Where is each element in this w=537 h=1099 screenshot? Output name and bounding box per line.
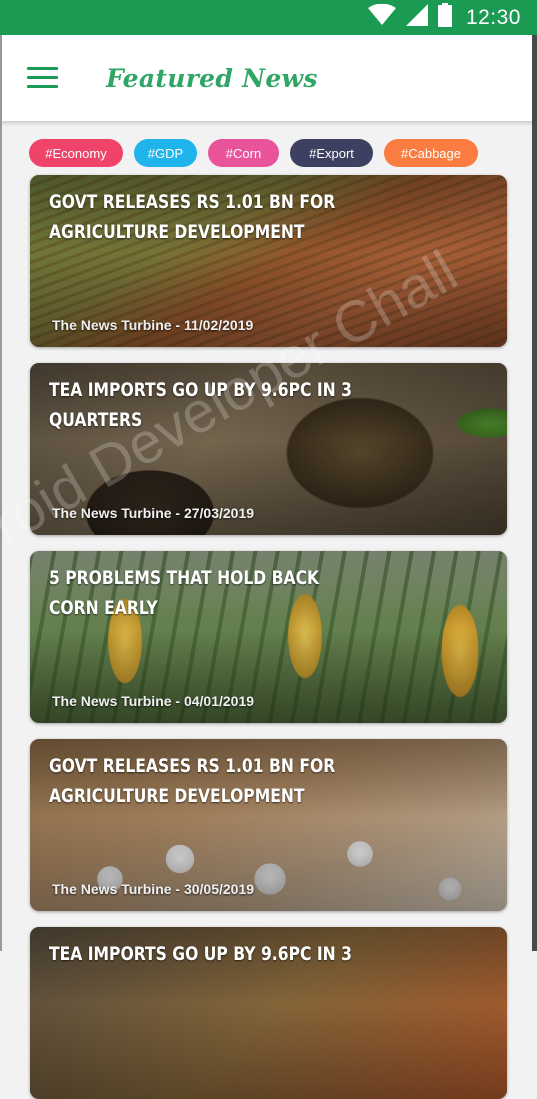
news-card-source-date: The News Turbine - 27/03/2019: [52, 505, 255, 521]
tag-chip-corn[interactable]: #Corn: [208, 139, 279, 167]
news-card-title: Govt releases Rs 1.01 bn for agriculture…: [49, 755, 336, 807]
news-card[interactable]: Govt releases Rs 1.01 bn for agriculture…: [30, 175, 507, 347]
status-bar: 12:30: [0, 0, 537, 35]
left-edge-divider: [0, 35, 2, 951]
news-card-source-date: The News Turbine - 11/02/2019: [52, 317, 254, 333]
page-title: Featured News: [106, 63, 318, 93]
news-card[interactable]: Tea imports go up by 9.6pc in 3 quarters…: [30, 363, 507, 535]
tag-chip-cabbage[interactable]: #Cabbage: [384, 139, 478, 167]
news-card-title: 5 problems that hold back corn early: [49, 567, 320, 619]
status-time: 12:30: [465, 5, 521, 29]
news-card-source-date: The News Turbine - 30/05/2019: [52, 881, 255, 897]
battery-icon: [437, 3, 452, 32]
tag-chip-export[interactable]: #Export: [290, 139, 373, 167]
news-card[interactable]: Govt releases Rs 1.01 bn for agriculture…: [30, 739, 507, 911]
scrollbar[interactable]: [532, 35, 537, 951]
news-card[interactable]: Tea imports go up by 9.6pc in 3: [30, 927, 507, 1099]
news-card-title: Tea imports go up by 9.6pc in 3: [49, 943, 352, 965]
news-card-title: Govt releases Rs 1.01 bn for agriculture…: [49, 191, 336, 243]
app-bar: Featured News: [0, 35, 537, 121]
signal-icon: [405, 4, 428, 31]
hamburger-menu-icon[interactable]: [27, 67, 59, 89]
news-card[interactable]: 5 problems that hold back corn early The…: [30, 551, 507, 723]
tag-chip-gdp[interactable]: #GDP: [134, 139, 197, 167]
news-card-title: Tea imports go up by 9.6pc in 3 quarters: [49, 379, 352, 431]
tag-chip-row: #Economy #GDP #Corn #Export #Cabbage: [29, 139, 478, 167]
tag-chip-economy[interactable]: #Economy: [29, 139, 123, 167]
news-card-source-date: The News Turbine - 04/01/2019: [52, 693, 255, 709]
wifi-icon: [367, 3, 396, 31]
